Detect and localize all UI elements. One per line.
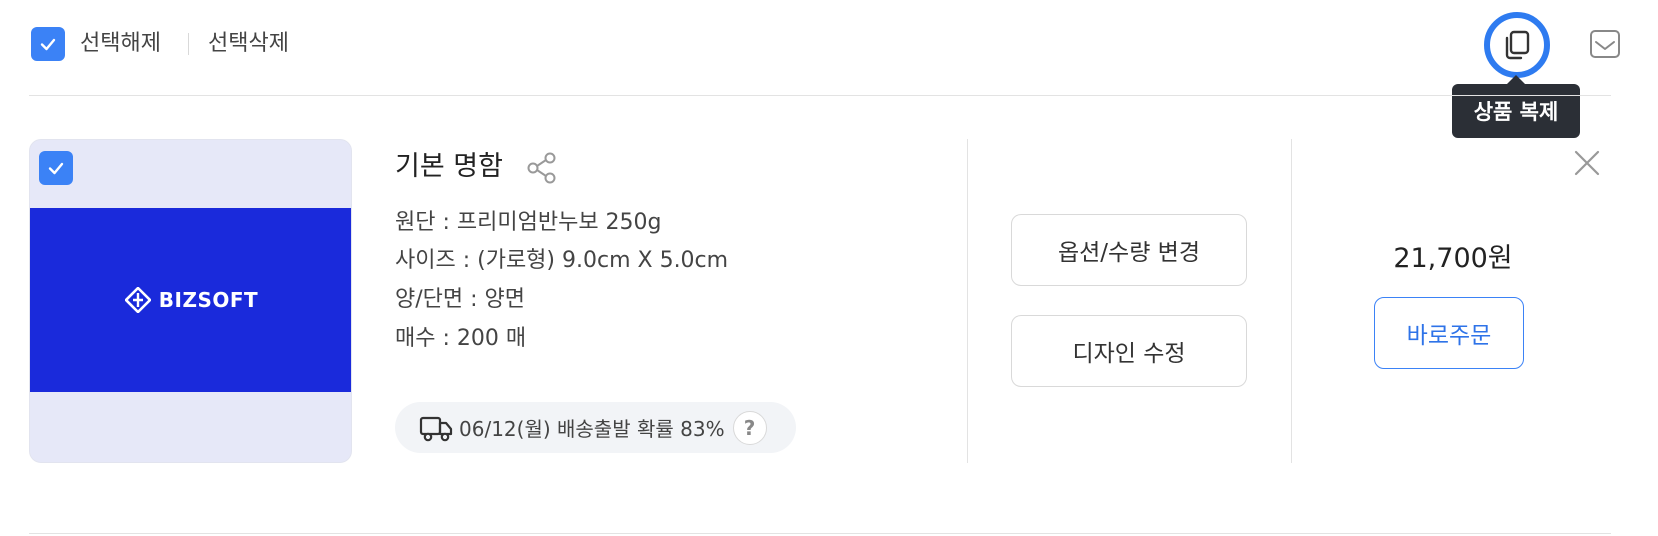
divider	[29, 533, 1611, 534]
save-for-later-button[interactable]	[1587, 26, 1623, 62]
truck-icon	[419, 416, 453, 441]
column-divider	[967, 139, 968, 463]
item-checkbox[interactable]	[39, 151, 73, 185]
shipping-estimate: 06/12(월) 배송출발 확률 83% ?	[395, 402, 796, 453]
spec-quantity: 매수 : 200 매	[395, 326, 527, 351]
select-all-checkbox[interactable]	[31, 27, 65, 61]
spec-sides: 양/단면 : 양면	[395, 287, 526, 312]
change-options-button[interactable]: 옵션/수량 변경	[1011, 214, 1247, 286]
inbox-icon	[1590, 30, 1620, 58]
deselect-button[interactable]: 선택해제	[80, 28, 161, 60]
check-icon	[40, 38, 56, 51]
thumbnail-brand: BIZSOFT	[158, 288, 259, 312]
help-icon[interactable]: ?	[732, 410, 767, 445]
delete-selected-button[interactable]: 선택삭제	[208, 28, 289, 60]
copy-icon	[1505, 30, 1530, 60]
product-thumbnail[interactable]: BIZSOFT	[29, 139, 352, 463]
edit-design-button[interactable]: 디자인 수정	[1011, 315, 1247, 387]
share-icon[interactable]	[525, 151, 559, 185]
order-now-button[interactable]: 바로주문	[1374, 297, 1524, 369]
column-divider	[1291, 139, 1292, 463]
remove-item-button[interactable]	[1570, 146, 1604, 180]
price: 21,700원	[1393, 243, 1513, 274]
spec-material: 원단 : 프리미엄반누보 250g	[395, 210, 662, 235]
close-icon	[1574, 150, 1600, 176]
business-card-preview: BIZSOFT	[30, 208, 351, 392]
product-title: 기본 명함	[395, 151, 503, 182]
shipping-text: 06/12(월) 배송출발 확률 83%	[459, 417, 725, 441]
bizsoft-logo-icon	[124, 287, 151, 313]
divider	[29, 95, 1611, 96]
copy-product-button[interactable]	[1484, 12, 1550, 78]
divider	[188, 33, 189, 55]
check-icon	[48, 162, 64, 175]
copy-tooltip: 상품 복제	[1452, 75, 1580, 138]
spec-size: 사이즈 : (가로형) 9.0cm X 5.0cm	[395, 248, 729, 273]
